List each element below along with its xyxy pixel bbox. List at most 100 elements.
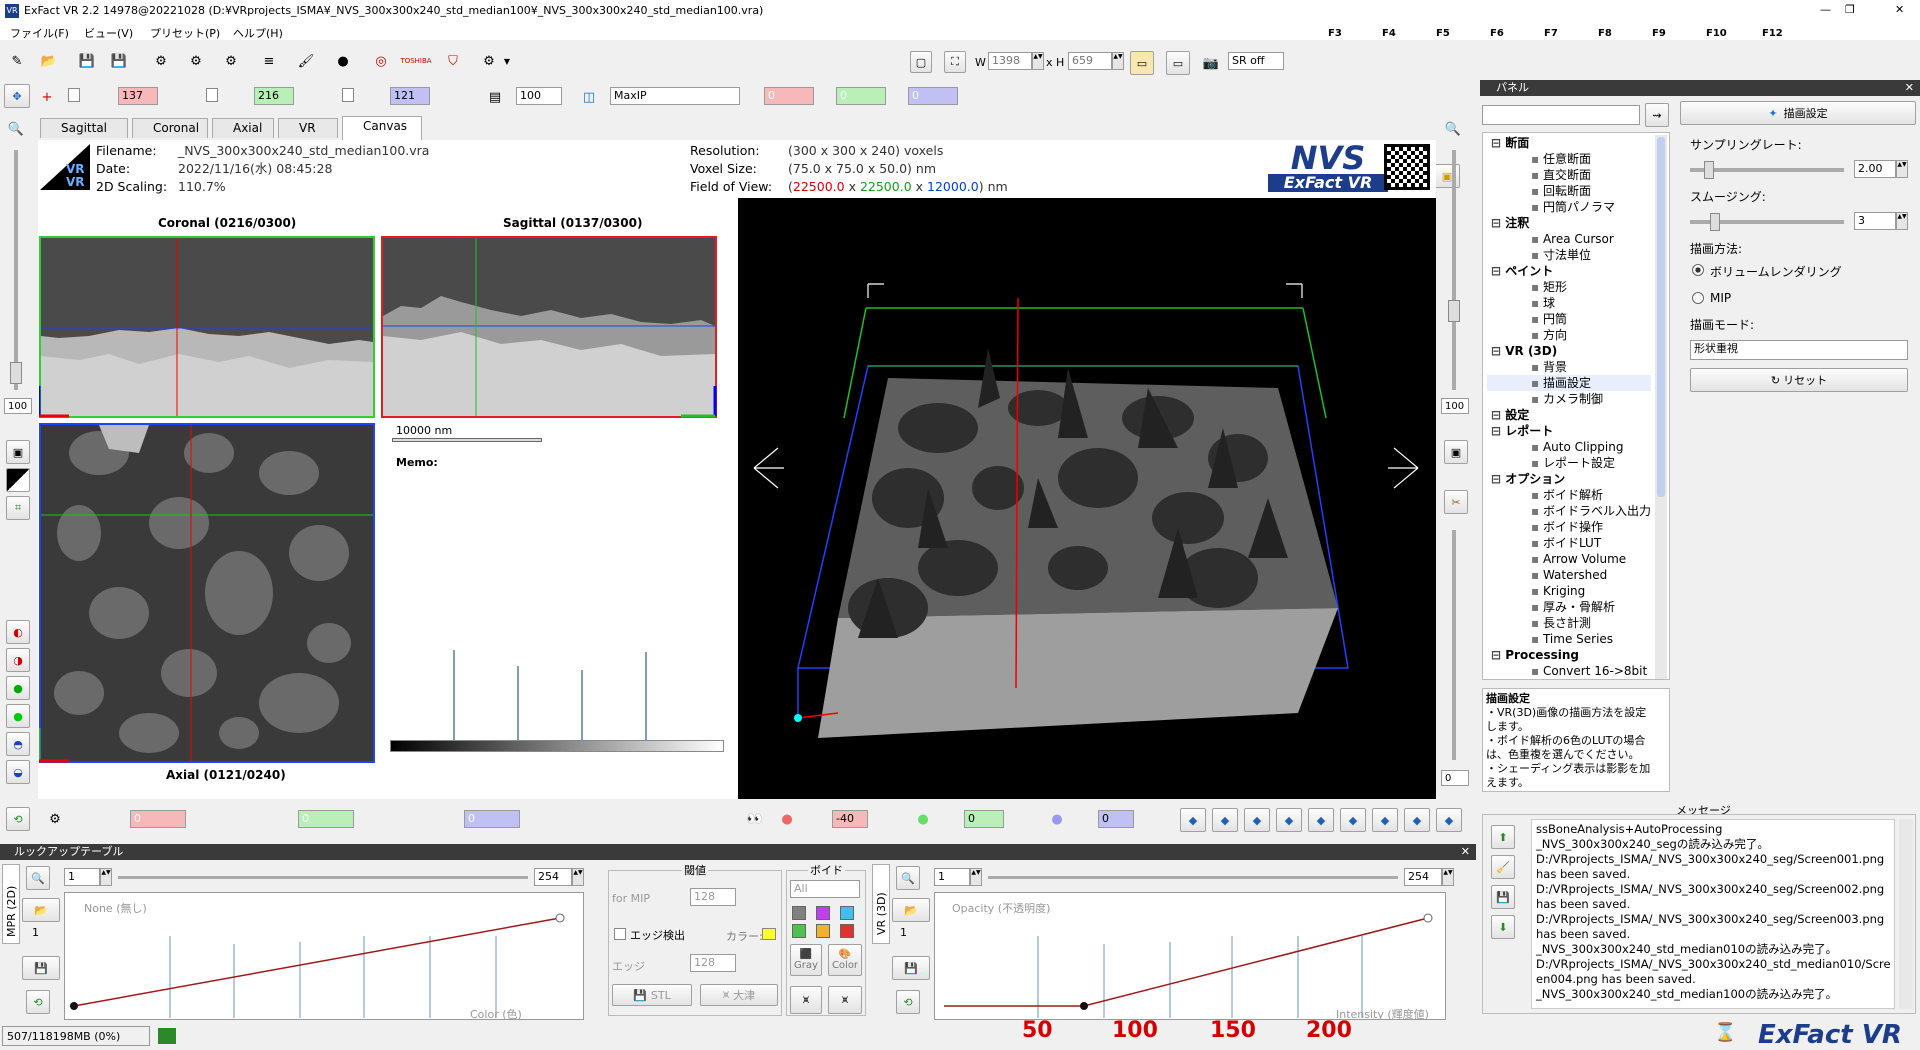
tree-item[interactable]: ▪ ボイドLUT: [1487, 535, 1651, 551]
search-bar-icon[interactable]: ⇝: [1645, 103, 1669, 127]
mpr-lut-tab[interactable]: MPR (2D): [2, 864, 20, 944]
smoothing-input[interactable]: 3: [1854, 212, 1896, 230]
close-button[interactable]: ✕: [1895, 3, 1904, 16]
msg-scrollbar[interactable]: [1899, 819, 1913, 1009]
preset-icon-2[interactable]: ⚙: [185, 50, 207, 72]
tree-item[interactable]: ⊟ レポート: [1487, 423, 1651, 439]
stl-button[interactable]: 💾 STL: [612, 984, 692, 1006]
tab-vr[interactable]: VR: [278, 118, 338, 138]
right-slider2-value[interactable]: 0: [1441, 770, 1469, 786]
sagittal-check[interactable]: [68, 88, 80, 102]
right-slider-value[interactable]: 100: [1441, 398, 1469, 414]
sagittal-offset-input[interactable]: 0: [130, 810, 186, 828]
right-slider2-track[interactable]: [1452, 530, 1456, 760]
fit-right-icon[interactable]: ▣: [1444, 440, 1468, 464]
blue-channel-input[interactable]: 0: [908, 87, 958, 105]
tree-item[interactable]: ▪ 長さ計測: [1487, 615, 1651, 631]
left-slider-value[interactable]: 100: [4, 398, 32, 414]
tree-item[interactable]: ▪ Auto Clipping: [1487, 439, 1651, 455]
right-slider-thumb[interactable]: [1448, 300, 1460, 322]
save-as-icon[interactable]: 💾: [108, 50, 130, 72]
tree-item[interactable]: ▪ 円筒: [1487, 311, 1651, 327]
coronal-view[interactable]: [39, 236, 375, 418]
tab-coronal[interactable]: Coronal: [132, 118, 208, 138]
mpr-lut-max-stepper[interactable]: ▲▼: [572, 868, 584, 886]
sagittal-view[interactable]: [381, 236, 717, 418]
height-input[interactable]: 659: [1068, 52, 1112, 70]
zoom-right-icon[interactable]: 🔍: [1441, 117, 1465, 141]
gray-button[interactable]: ⬛ Gray: [790, 944, 822, 976]
msg-down-icon[interactable]: ⬇: [1491, 915, 1515, 939]
fullscreen-icon[interactable]: ⛶: [944, 51, 966, 73]
layout2-icon[interactable]: ▭: [1166, 51, 1190, 75]
tree-item[interactable]: ▪ カメラ制御: [1487, 391, 1651, 407]
tree-item[interactable]: ⊟ ペイント: [1487, 263, 1651, 279]
cursor-cross-icon[interactable]: +: [36, 86, 58, 108]
tree-item[interactable]: ⊟ オプション: [1487, 471, 1651, 487]
view-back-icon[interactable]: ◆: [1212, 808, 1238, 832]
view-bottom-icon[interactable]: ◆: [1308, 808, 1334, 832]
vr-lut-min[interactable]: 1: [934, 868, 970, 886]
vr-lut-save-icon[interactable]: 💾: [892, 956, 930, 980]
void-color-swatch[interactable]: [840, 924, 854, 938]
tree-item[interactable]: ▪ 円筒パノラマ: [1487, 199, 1651, 215]
menu-help[interactable]: ヘルプ(H): [233, 25, 283, 41]
smoothing-stepper[interactable]: ▲▼: [1896, 212, 1908, 230]
sagittal-position[interactable]: 137: [118, 87, 158, 105]
menu-view[interactable]: ビュー(V): [84, 25, 133, 41]
rotate-z-input[interactable]: 0: [1098, 810, 1134, 828]
mpr-lut-min-stepper[interactable]: ▲▼: [100, 868, 112, 886]
vr-lut-max[interactable]: 254: [1404, 868, 1442, 886]
fuel-icon[interactable]: ▣: [1434, 164, 1460, 188]
view-iso-icon[interactable]: ◆: [1372, 808, 1398, 832]
tree-item[interactable]: ⊟ 断面: [1487, 135, 1651, 151]
coronal-position[interactable]: 216: [254, 87, 294, 105]
bookmark-icon[interactable]: ⛉: [442, 50, 464, 72]
blue-half-top-icon[interactable]: ◓: [6, 732, 30, 756]
mpr-lut-zoom-icon[interactable]: 🔍: [26, 866, 50, 890]
axial-check[interactable]: [342, 88, 354, 102]
left-slider-thumb[interactable]: [10, 362, 22, 384]
coronal-check[interactable]: [206, 88, 218, 102]
view-reset-icon[interactable]: ◆: [1436, 808, 1462, 832]
vr-lut-min-stepper[interactable]: ▲▼: [970, 868, 982, 886]
vr-lut-reset-icon[interactable]: ⟲: [896, 990, 920, 1014]
paint-icon[interactable]: 🖌: [295, 50, 317, 72]
radio-mip[interactable]: [1692, 292, 1704, 304]
reset-button[interactable]: ↻ リセット: [1690, 368, 1908, 392]
vr-lut-max-stepper[interactable]: ▲▼: [1442, 868, 1454, 886]
view-top-icon[interactable]: ◆: [1340, 808, 1366, 832]
void-color-swatch[interactable]: [816, 924, 830, 938]
tree-item[interactable]: ▪ 方向: [1487, 327, 1651, 343]
edge-detect-check[interactable]: [614, 928, 626, 940]
new-icon[interactable]: ✎: [6, 50, 28, 72]
red-channel-input[interactable]: 0: [764, 87, 814, 105]
mpr-lut-folder-icon[interactable]: 📂: [22, 898, 60, 922]
tree-item[interactable]: ▪ 描画設定: [1487, 375, 1651, 391]
vr-view[interactable]: [738, 198, 1436, 799]
radio-volume-rendering[interactable]: [1692, 264, 1704, 276]
left-slider-track[interactable]: [14, 150, 18, 390]
void-color-swatch[interactable]: [792, 906, 806, 920]
tree-item[interactable]: ▪ レポート設定: [1487, 455, 1651, 471]
vr-lut-range-slider[interactable]: [988, 876, 1398, 879]
blue-half-bottom-icon[interactable]: ◒: [6, 760, 30, 784]
msg-save-icon[interactable]: 💾: [1491, 885, 1515, 909]
vr-lut-folder-icon[interactable]: 📂: [892, 898, 930, 922]
coronal-offset-input[interactable]: 0: [298, 810, 354, 828]
eyes-icon[interactable]: 👀: [742, 808, 768, 830]
gear-icon[interactable]: ⚙: [44, 808, 66, 830]
tree-scrollbar[interactable]: [1655, 135, 1667, 679]
tree-item[interactable]: ▪ ボイド解析: [1487, 487, 1651, 503]
green-channel-input[interactable]: 0: [836, 87, 886, 105]
reset-view-icon[interactable]: ⟲: [6, 807, 30, 831]
width-stepper[interactable]: ▲▼: [1032, 52, 1044, 70]
axial-view[interactable]: [39, 423, 375, 763]
tree-item[interactable]: ▪ Convert 16->8bit: [1487, 663, 1651, 679]
smoothing-slider-thumb[interactable]: [1710, 213, 1720, 231]
layout-icon[interactable]: ▭: [1130, 51, 1154, 75]
tree-item[interactable]: ▪ 矩形: [1487, 279, 1651, 295]
mpr-lut-max[interactable]: 254: [534, 868, 572, 886]
view-left-icon[interactable]: ◆: [1276, 808, 1302, 832]
fit-icon[interactable]: ▢: [910, 51, 932, 73]
